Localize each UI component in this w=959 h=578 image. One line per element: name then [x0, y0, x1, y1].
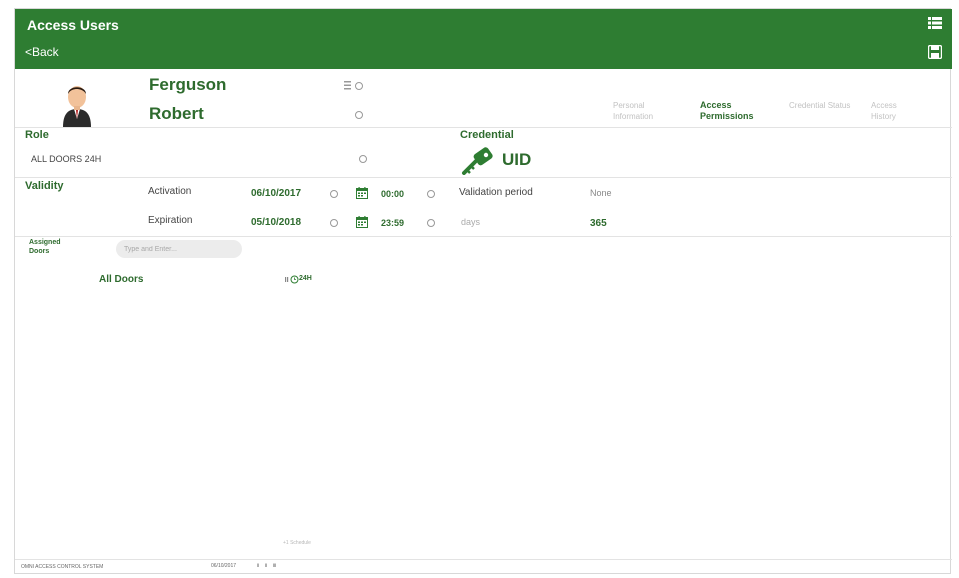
role-label: Role	[25, 129, 49, 141]
expiration-time[interactable]: 23:59	[381, 218, 404, 228]
footer-date: 06/10/2017	[211, 563, 237, 569]
save-icon[interactable]	[928, 45, 942, 59]
edit-last-name-icon[interactable]	[355, 82, 363, 90]
footer-system-name: OMNI ACCESS CONTROL SYSTEM	[21, 564, 104, 570]
expiration-time-clear-icon[interactable]	[427, 219, 435, 227]
validation-period-label: Validation period	[459, 187, 533, 198]
tab-personal-information[interactable]: Personal Information	[613, 100, 683, 122]
door-list-item-name[interactable]: All Doors	[99, 274, 143, 285]
user-avatar-icon	[63, 86, 91, 127]
activation-time-clear-icon[interactable]	[427, 190, 435, 198]
divider	[15, 127, 952, 128]
tab-access-history[interactable]: Access History	[871, 100, 921, 122]
key-icon[interactable]	[461, 147, 497, 175]
credential-label: Credential	[460, 129, 514, 141]
app-window: Access Users <Back Ferguson Robert Perso…	[14, 8, 952, 574]
schedule-clock-icon[interactable]	[285, 275, 299, 284]
calendar-icon[interactable]	[356, 216, 368, 228]
activation-date[interactable]: 06/10/2017	[251, 188, 301, 199]
validation-period-value[interactable]: None	[590, 188, 612, 198]
edit-first-name-icon[interactable]	[355, 111, 363, 119]
assigned-doors-label: Assigned Doors	[29, 239, 61, 255]
back-button[interactable]: <Back	[25, 45, 59, 59]
tab-credential-status[interactable]: Credential Status	[789, 100, 859, 111]
activation-label: Activation	[148, 186, 192, 197]
list-menu-icon[interactable]	[928, 17, 942, 29]
list-small-icon[interactable]	[344, 81, 351, 90]
expiration-date-clear-icon[interactable]	[330, 219, 338, 227]
credential-value: UID	[502, 150, 532, 169]
page-title: Access Users	[27, 17, 119, 33]
validity-label: Validity	[25, 180, 64, 192]
expiration-date[interactable]: 05/10/2018	[251, 217, 301, 228]
days-value[interactable]: 365	[590, 218, 607, 229]
bottom-hint-text: +1 Schedule	[283, 540, 311, 546]
role-value: ALL DOORS 24H	[31, 154, 102, 164]
edit-role-icon[interactable]	[359, 155, 367, 163]
door-search-input[interactable]	[116, 240, 242, 258]
calendar-icon[interactable]	[356, 187, 368, 199]
days-label: days	[461, 217, 481, 227]
tab-access-permissions[interactable]: Access Permissions	[700, 100, 780, 122]
last-name: Ferguson	[149, 75, 227, 94]
header-bar: Access Users <Back	[15, 9, 952, 69]
door-list-item-schedule: 24H	[299, 275, 312, 282]
footer-status-icons: Ⅱ Ⅱ Ⅲ	[257, 563, 279, 569]
activation-time[interactable]: 00:00	[381, 189, 404, 199]
activation-date-clear-icon[interactable]	[330, 190, 338, 198]
detail-tabs: Personal Information Access Permissions …	[613, 100, 933, 126]
divider	[15, 177, 952, 178]
footer-divider	[15, 559, 952, 560]
divider	[15, 236, 952, 237]
expiration-label: Expiration	[148, 215, 193, 226]
first-name: Robert	[149, 104, 204, 123]
